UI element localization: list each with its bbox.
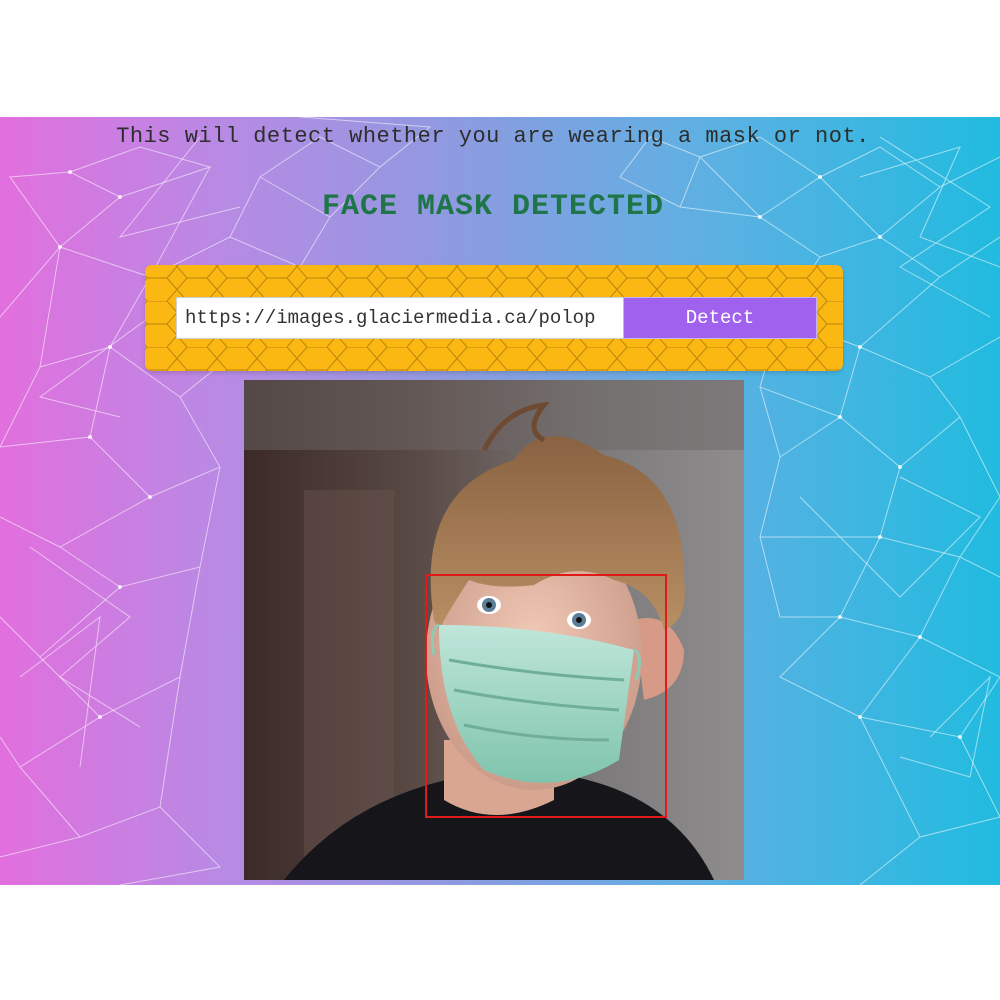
url-search-panel: Detect <box>145 265 843 371</box>
child-with-mask-photo <box>244 380 744 880</box>
result-image <box>244 380 744 880</box>
detection-status-heading: FACE MASK DETECTED <box>321 190 665 224</box>
app-background: This will detect whether you are wearing… <box>0 117 1000 885</box>
image-url-input[interactable] <box>176 297 624 339</box>
detect-button[interactable]: Detect <box>623 297 817 339</box>
page-subtitle: This will detect whether you are wearing… <box>116 124 870 149</box>
